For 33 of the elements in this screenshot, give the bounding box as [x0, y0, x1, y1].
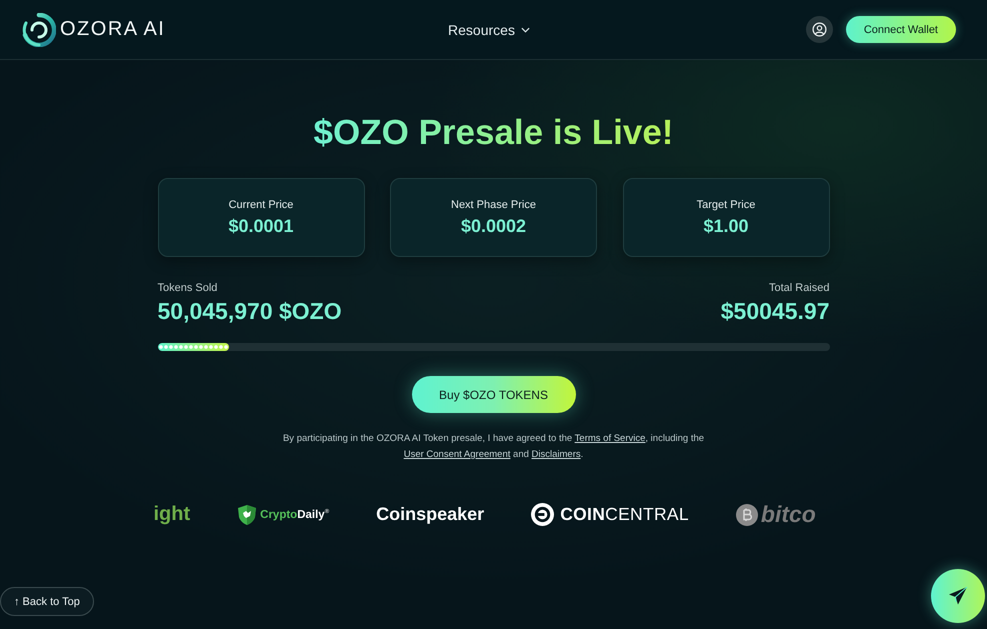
resources-menu[interactable]: Resources: [448, 18, 530, 42]
legal-notice: By participating in the OZORA AI Token presale, I have agreed to the Terms of Service, including the User Consent Agreement and Disclaimers.: [282, 432, 706, 462]
tokens-sold-value: 50,045,970 $OZO: [158, 298, 342, 325]
paper-plane-button[interactable]: [931, 569, 985, 623]
logo-text: ight: [154, 503, 190, 526]
logo-text: COINCENTRAL: [560, 504, 689, 525]
logo-text[interactable]: OZORA AI: [60, 18, 166, 41]
total-raised-value: $50045.97: [720, 298, 830, 325]
price-label: Current Price: [228, 198, 294, 210]
ring-logo-icon[interactable]: [22, 12, 56, 46]
shield-icon: [237, 504, 258, 526]
user-icon: [812, 22, 827, 37]
back-to-top-button[interactable]: ↑ Back to Top: [0, 587, 94, 616]
price-value: $0.0002: [460, 216, 526, 236]
price-label: Next Phase Price: [451, 198, 536, 210]
profile-button[interactable]: [806, 16, 833, 43]
price-value: $0.0001: [228, 216, 294, 236]
price-label: Target Price: [696, 198, 756, 210]
legal-link[interactable]: Disclaimers: [532, 449, 581, 460]
connect-wallet-button[interactable]: Connect Wallet: [846, 16, 956, 43]
chevron-down-icon: [520, 26, 530, 32]
logo-text: Coinspeaker: [376, 504, 484, 525]
tokens-sold-label: Tokens Sold: [158, 282, 218, 294]
logo-text: bitco: [760, 501, 817, 528]
legal-link[interactable]: User Consent Agreement: [404, 449, 510, 460]
legal-link[interactable]: Terms of Service: [574, 433, 646, 444]
circle-logo-icon: [531, 503, 554, 526]
total-raised-label: Total Raised: [768, 282, 830, 294]
logo-text: CryptoDaily$^{®}$: [260, 508, 330, 520]
price-value: $1.00: [703, 216, 749, 236]
coin-icon: [736, 504, 758, 526]
buy-tokens-button[interactable]: Buy $OZO TOKENS: [412, 376, 576, 413]
paper-plane-icon: [948, 586, 968, 606]
